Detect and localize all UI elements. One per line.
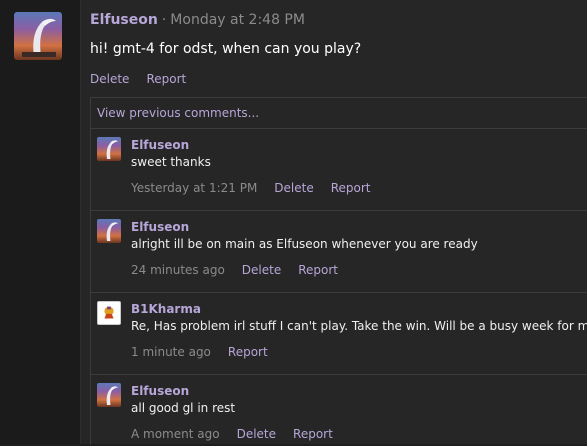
comment-timestamp[interactable]: 1 minute ago: [131, 344, 211, 360]
comment-author-name[interactable]: Elfuseon: [131, 219, 583, 235]
comment-item: Elfuseon sweet thanks Yesterday at 1:21 …: [91, 128, 587, 211]
user-avatar-icon: [104, 306, 114, 319]
comment-delete-link[interactable]: Delete: [274, 180, 313, 196]
comment-author-avatar[interactable]: [97, 383, 121, 407]
post-author-avatar[interactable]: [14, 12, 62, 60]
halo-emblem-icon: [106, 140, 118, 159]
post-timestamp[interactable]: Monday at 2:48 PM: [170, 12, 305, 28]
comment-author-name[interactable]: Elfuseon: [131, 137, 583, 153]
comment-report-link[interactable]: Report: [298, 262, 338, 278]
comment-delete-link[interactable]: Delete: [237, 426, 276, 442]
comment-report-link[interactable]: Report: [228, 344, 268, 360]
comment-actions: 24 minutes ago Delete Report: [131, 262, 583, 278]
halo-emblem-icon: [106, 222, 118, 241]
comment-item: Elfuseon all good gl in rest A moment ag…: [91, 374, 587, 446]
comment-text: Re, Has problem irl stuff I can't play. …: [131, 319, 587, 333]
post-body: hi! gmt-4 for odst, when can you play?: [90, 41, 362, 57]
post-author-name[interactable]: Elfuseon: [90, 12, 158, 28]
comment-text: alright ill be on main as Elfuseon whene…: [131, 237, 478, 251]
comment-item: Elfuseon alright ill be on main as Elfus…: [91, 210, 587, 293]
comment-text: all good gl in rest: [131, 401, 236, 415]
halo-emblem-icon: [22, 18, 56, 57]
comment-timestamp[interactable]: 24 minutes ago: [131, 262, 225, 278]
post-separator: ·: [161, 12, 167, 28]
comment-timestamp[interactable]: Yesterday at 1:21 PM: [131, 180, 257, 196]
comment-timestamp[interactable]: A moment ago: [131, 426, 220, 442]
view-previous-comments-link[interactable]: View previous comments...: [91, 98, 587, 129]
comment-actions: Yesterday at 1:21 PM Delete Report: [131, 180, 583, 196]
post-report-link[interactable]: Report: [146, 72, 186, 86]
left-gutter: [0, 0, 80, 444]
comment-delete-link[interactable]: Delete: [242, 262, 281, 278]
post-delete-link[interactable]: Delete: [90, 72, 129, 86]
post-actions: Delete Report: [90, 72, 186, 86]
comment-text: sweet thanks: [131, 155, 211, 169]
comment-author-avatar[interactable]: [97, 219, 121, 243]
comment-report-link[interactable]: Report: [331, 180, 371, 196]
comment-item: B1Kharma Re, Has problem irl stuff I can…: [91, 292, 587, 375]
comment-author-name[interactable]: Elfuseon: [131, 383, 583, 399]
post-header: Elfuseon · Monday at 2:48 PM: [90, 12, 305, 32]
comment-actions: 1 minute ago Report: [131, 344, 583, 360]
comment-report-link[interactable]: Report: [293, 426, 333, 442]
comment-author-name[interactable]: B1Kharma: [131, 301, 583, 317]
halo-emblem-icon: [106, 386, 118, 405]
comment-author-avatar[interactable]: [97, 137, 121, 161]
comment-actions: A moment ago Delete Report: [131, 426, 583, 442]
comments-section: View previous comments... Elfuseon sweet…: [90, 97, 587, 445]
comment-author-avatar[interactable]: [97, 301, 121, 325]
